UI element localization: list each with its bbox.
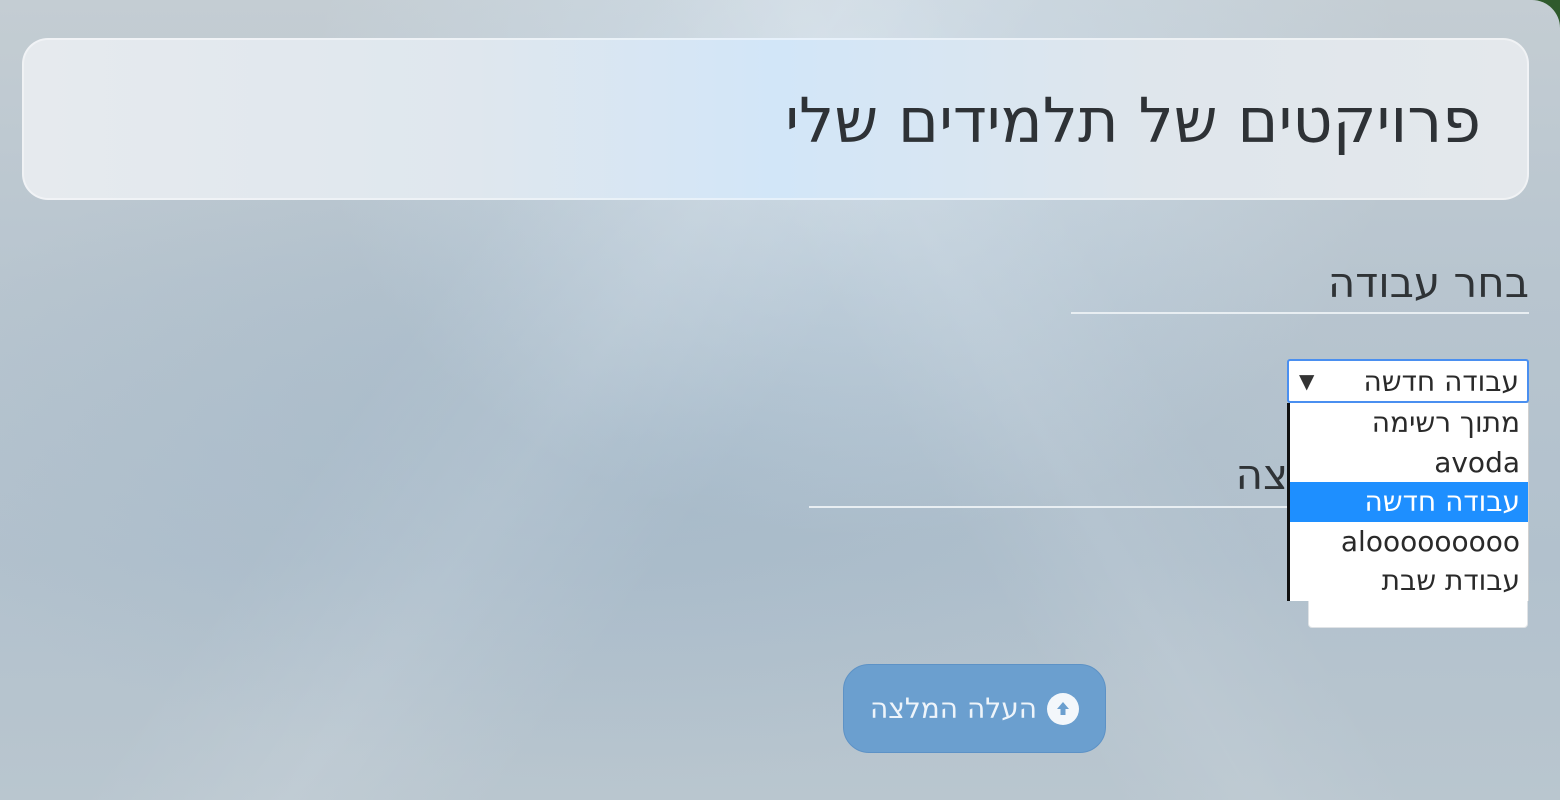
dropdown-option[interactable]: עבודת שבת [1290, 561, 1528, 601]
recommendation-label: צה [1235, 450, 1288, 499]
dropdown-option[interactable]: מתוך רשימה [1290, 403, 1528, 443]
divider [809, 506, 1289, 508]
dropdown-option[interactable]: alooooooooo [1290, 522, 1528, 562]
work-select[interactable]: עבודה חדשה ▼ [1287, 359, 1529, 403]
work-select-value: עבודה חדשה [1363, 364, 1519, 398]
chevron-down-icon: ▼ [1299, 369, 1315, 393]
page-background: פרויקטים של תלמידים שלי בחר עבודה צה עבו… [0, 0, 1560, 800]
upload-button-label: העלה המלצה [869, 692, 1038, 725]
divider [1071, 312, 1529, 314]
dropdown-option-selected[interactable]: עבודה חדשה [1290, 482, 1528, 522]
header-card: פרויקטים של תלמידים שלי [22, 38, 1529, 200]
upload-recommendation-button[interactable]: העלה המלצה [843, 664, 1106, 753]
choose-work-label: בחר עבודה [1327, 258, 1529, 307]
page-title: פרויקטים של תלמידים שלי [785, 84, 1481, 157]
dropdown-option[interactable]: avoda [1290, 443, 1528, 483]
arrow-up-circle-icon [1047, 692, 1080, 725]
work-select-dropdown: מתוך רשימה avoda עבודה חדשה alooooooooo … [1287, 403, 1529, 601]
